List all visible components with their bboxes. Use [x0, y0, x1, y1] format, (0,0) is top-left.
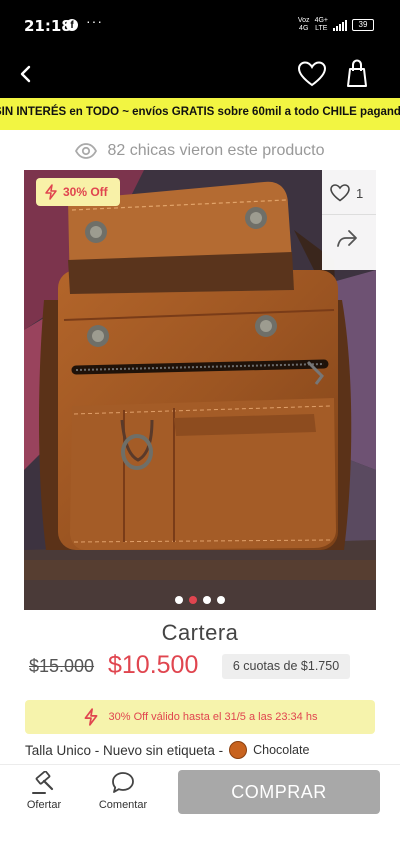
color-name: Chocolate	[253, 743, 310, 757]
promo-banner[interactable]: SIN INTERÉS en TODO ~ envíos GRATIS sobr…	[0, 98, 400, 130]
side-actions-divider	[322, 214, 376, 215]
discount-badge-text: 30% Off	[63, 185, 108, 199]
lightning-icon	[84, 708, 97, 726]
discount-notice-text: 30% Off válido hasta el 31/5 a las 23:34…	[108, 711, 318, 723]
viewers-text: 82 chicas vieron este producto	[107, 142, 325, 159]
original-price: $15.000	[29, 656, 95, 676]
discount-badge: 30% Off	[36, 178, 120, 206]
carousel-dot[interactable]	[175, 596, 183, 604]
status-indicators: Voz 4G 4G+ LTE 39	[298, 16, 374, 34]
heart-outline-icon	[330, 184, 350, 202]
bottom-action-bar: Ofertar Comentar COMPRAR	[0, 764, 400, 866]
product-image-carousel[interactable]: 30% Off 1	[24, 170, 376, 610]
color-swatch	[229, 741, 248, 759]
discount-notice: 30% Off válido hasta el 31/5 a las 23:34…	[25, 700, 375, 734]
status-bar: 21:18 f ··· Voz 4G 4G+ LTE 39	[0, 0, 400, 52]
product-variant-info: Talla Unico - Nuevo sin etiqueta - Choco…	[25, 740, 309, 760]
comment-label: Comentar	[98, 799, 148, 811]
product-title: Cartera	[161, 620, 239, 645]
top-navigation	[0, 52, 400, 98]
gavel-icon	[32, 771, 54, 794]
like-button[interactable]: 1	[330, 180, 372, 206]
battery-indicator: 39	[352, 19, 374, 31]
buy-button[interactable]: COMPRAR	[178, 770, 380, 814]
eye-icon	[75, 143, 98, 159]
heart-outline-icon[interactable]	[298, 61, 326, 87]
viewers-count: 82 chicas vieron este producto	[0, 138, 400, 164]
carousel-dot-active[interactable]	[189, 596, 197, 604]
variant-text: Talla Unico - Nuevo sin etiqueta -	[25, 742, 224, 758]
chevron-left-icon[interactable]	[14, 62, 38, 86]
shopping-bag-icon[interactable]	[345, 59, 369, 87]
like-count: 1	[356, 185, 364, 201]
volte-indicator: Voz 4G	[297, 17, 310, 32]
comment-button[interactable]: Comentar	[93, 771, 153, 811]
offer-button[interactable]: Ofertar	[14, 771, 74, 811]
share-icon[interactable]	[334, 226, 360, 252]
lightning-icon	[45, 184, 57, 200]
status-time: 21:18	[24, 17, 72, 35]
offer-label: Ofertar	[26, 799, 62, 811]
comment-bubble-icon	[112, 772, 134, 793]
promo-banner-text: SIN INTERÉS en TODO ~ envíos GRATIS sobr…	[0, 106, 400, 118]
product-side-actions: 1	[322, 170, 376, 270]
carousel-dot[interactable]	[203, 596, 211, 604]
installments-badge: 6 cuotas de $1.750	[222, 654, 350, 679]
more-notifications-icon: ···	[86, 13, 103, 29]
facebook-notification-icon: f	[66, 19, 78, 31]
carousel-dot[interactable]	[217, 596, 225, 604]
sale-price: $10.500	[108, 651, 199, 679]
signal-icon	[333, 19, 347, 31]
network-type-indicator: 4G+ LTE	[314, 17, 328, 32]
carousel-indicators	[24, 596, 376, 604]
